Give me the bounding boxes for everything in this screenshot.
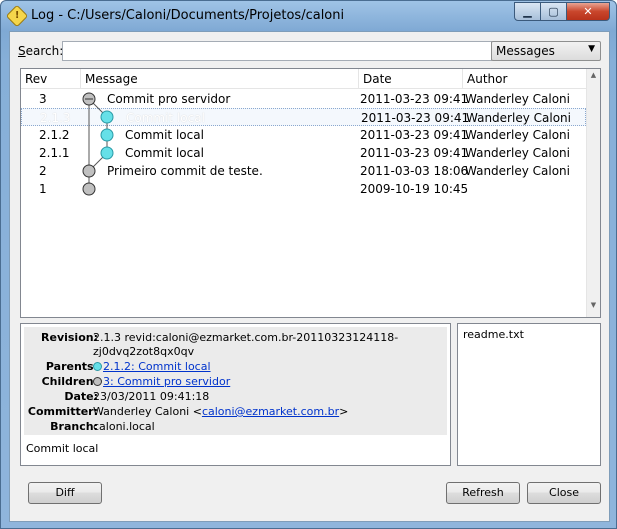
- log-row[interactable]: 2.1.2 Commit local 2011-03-23 09:41 Wand…: [21, 126, 586, 144]
- row-date: 2011-03-23 09:41: [360, 92, 469, 106]
- client-area: Search: Messages ▼ Rev Message Date Auth…: [9, 31, 610, 522]
- row-date: 2009-10-19 10:45: [360, 182, 469, 196]
- detail-revision-continued: zj0dvq2zot8qx0qv: [93, 345, 195, 358]
- log-row[interactable]: 2.1.1 Commit local 2011-03-23 09:41 Wand…: [21, 144, 586, 162]
- filter-select[interactable]: Messages ▼: [491, 41, 601, 61]
- row-message: Commit local: [126, 111, 205, 125]
- row-date: 2011-03-23 09:41: [360, 146, 469, 160]
- maximize-button[interactable]: ▢: [540, 2, 567, 21]
- detail-date: Date: 23/03/2011 09:41:18: [64, 390, 210, 403]
- row-rev: 2: [39, 164, 47, 178]
- column-header-message[interactable]: Message: [81, 69, 359, 89]
- row-author: Wanderley Caloni: [466, 111, 571, 125]
- row-message: Primeiro commit de teste.: [107, 164, 263, 178]
- log-window: ! Log - C:/Users/Caloni/Documents/Projet…: [0, 0, 617, 529]
- main-node-icon: [93, 377, 102, 386]
- detail-parents: Parents: 2.1.2: Commit local: [45, 360, 211, 373]
- branch-node-icon: [93, 362, 102, 371]
- column-header-rev[interactable]: Rev: [21, 69, 81, 89]
- title-bar[interactable]: ! Log - C:/Users/Caloni/Documents/Projet…: [1, 1, 616, 31]
- log-row-selected[interactable]: 2.1.3 Commit local 2011-03-23 09:41 Wand…: [21, 108, 586, 126]
- scroll-up-icon[interactable]: ▲: [587, 71, 600, 85]
- column-header-date[interactable]: Date: [359, 69, 463, 89]
- window-title: Log - C:/Users/Caloni/Documents/Projetos…: [31, 8, 345, 23]
- parent-revision-link[interactable]: 2.1.2: Commit local: [103, 360, 211, 373]
- detail-children: Children: 3: Commit pro servidor: [41, 375, 231, 388]
- close-button[interactable]: Close: [527, 482, 601, 504]
- log-list[interactable]: Rev Message Date Author 3 Commit pro ser…: [20, 68, 601, 318]
- row-author: Wanderley Caloni: [465, 164, 570, 178]
- row-message: Commit pro servidor: [107, 92, 231, 106]
- refresh-button[interactable]: Refresh: [446, 482, 520, 504]
- dropdown-arrow-icon: ▼: [588, 44, 595, 54]
- row-rev: 3: [39, 92, 47, 106]
- row-rev: 2.1.3: [40, 111, 71, 125]
- log-row[interactable]: 2 Primeiro commit de teste. 2011-03-03 1…: [21, 162, 586, 180]
- row-date: 2011-03-23 09:41: [360, 128, 469, 142]
- child-revision-link[interactable]: 3: Commit pro servidor: [103, 375, 230, 388]
- close-window-button[interactable]: ✕: [566, 2, 610, 21]
- row-author: Wanderley Caloni: [465, 146, 570, 160]
- filter-selected-value: Messages: [496, 44, 555, 58]
- detail-committer: Committer: Wanderley Caloni <caloni@ezma…: [27, 405, 349, 418]
- row-rev: 1: [39, 182, 47, 196]
- diff-button[interactable]: Diff: [28, 482, 102, 504]
- row-message: Commit local: [125, 128, 204, 142]
- log-row[interactable]: 1 2009-10-19 10:45: [21, 180, 586, 198]
- log-row[interactable]: 3 Commit pro servidor 2011-03-23 09:41 W…: [21, 90, 586, 108]
- changed-files-list[interactable]: readme.txt: [457, 323, 601, 466]
- minimize-button[interactable]: ▁: [514, 2, 541, 21]
- committer-email-link[interactable]: caloni@ezmarket.com.br: [202, 405, 339, 418]
- revision-details-panel: Revision: 2.1.3 revid:caloni@ezmarket.co…: [20, 323, 451, 466]
- detail-revision: Revision: 2.1.3 revid:caloni@ezmarket.co…: [41, 331, 399, 344]
- search-input[interactable]: [62, 41, 492, 61]
- column-header-author[interactable]: Author: [463, 69, 588, 89]
- row-date: 2011-03-23 09:41: [361, 111, 470, 125]
- row-message: Commit local: [125, 146, 204, 160]
- caption-buttons: ▁ ▢ ✕: [514, 2, 610, 21]
- row-author: Wanderley Caloni: [465, 92, 570, 106]
- close-icon: ✕: [583, 5, 593, 18]
- vertical-scrollbar[interactable]: ▲ ▼: [586, 69, 600, 317]
- bazaar-app-icon: !: [5, 4, 29, 28]
- scroll-down-icon[interactable]: ▼: [587, 301, 600, 315]
- file-item[interactable]: readme.txt: [463, 328, 524, 341]
- detail-branch: Branch: caloni.local: [50, 420, 155, 433]
- row-rev: 2.1.2: [39, 128, 70, 142]
- minimize-icon: ▁: [523, 5, 532, 18]
- row-date: 2011-03-03 18:06: [360, 164, 469, 178]
- maximize-icon: ▢: [548, 5, 559, 18]
- list-header: Rev Message Date Author: [21, 69, 588, 89]
- row-rev: 2.1.1: [39, 146, 70, 160]
- commit-message: Commit local: [26, 442, 99, 455]
- search-label: Search:: [18, 44, 64, 58]
- row-author: Wanderley Caloni: [465, 128, 570, 142]
